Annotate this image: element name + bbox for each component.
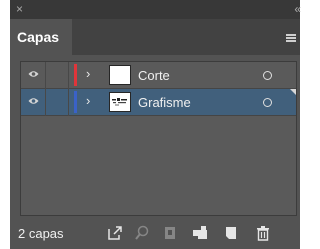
eye-icon — [28, 98, 39, 104]
selection-indicator — [290, 89, 296, 96]
target-circle-icon[interactable] — [263, 98, 272, 107]
layer-count: 2 capas — [18, 226, 64, 241]
layers-panel: × « Capas › Corte › Grafisme 2 capas — [10, 0, 301, 249]
close-icon[interactable]: × — [16, 2, 23, 16]
trash-icon[interactable] — [255, 225, 271, 241]
make-clipping-mask-icon[interactable] — [162, 225, 178, 241]
lock-toggle[interactable] — [46, 89, 69, 116]
eye-icon — [28, 71, 39, 77]
layer-name[interactable]: Grafisme — [138, 95, 191, 110]
panel-title-bar: × « — [10, 0, 301, 19]
layer-thumbnail — [109, 65, 131, 85]
layers-list: › Corte › Grafisme — [20, 61, 297, 216]
target-circle-icon[interactable] — [263, 71, 272, 80]
locate-object-icon[interactable] — [134, 225, 150, 241]
layer-row-grafisme[interactable]: › Grafisme — [21, 89, 296, 116]
layer-color-bar — [74, 64, 77, 86]
panel-footer: 2 capas — [10, 218, 300, 249]
new-sublayer-icon[interactable] — [192, 225, 208, 241]
new-layer-icon[interactable] — [223, 225, 239, 241]
layer-thumbnail — [109, 92, 131, 112]
export-icon[interactable] — [107, 225, 123, 241]
layer-row-corte[interactable]: › Corte — [21, 62, 296, 89]
tab-capas[interactable]: Capas — [10, 19, 72, 55]
thumbnail-graphic — [112, 98, 127, 106]
chevron-right-icon[interactable]: › — [86, 67, 90, 81]
layer-color-bar — [74, 91, 77, 113]
lock-toggle[interactable] — [46, 62, 69, 89]
visibility-toggle[interactable] — [21, 62, 46, 89]
tab-label: Capas — [17, 29, 60, 45]
chevron-right-icon[interactable]: › — [86, 94, 90, 108]
panel-tab-bar: Capas — [10, 19, 300, 55]
panel-menu-icon[interactable] — [286, 34, 296, 42]
visibility-toggle[interactable] — [21, 89, 46, 116]
collapse-panel-icon[interactable]: « — [294, 2, 300, 16]
layer-name[interactable]: Corte — [138, 68, 170, 83]
